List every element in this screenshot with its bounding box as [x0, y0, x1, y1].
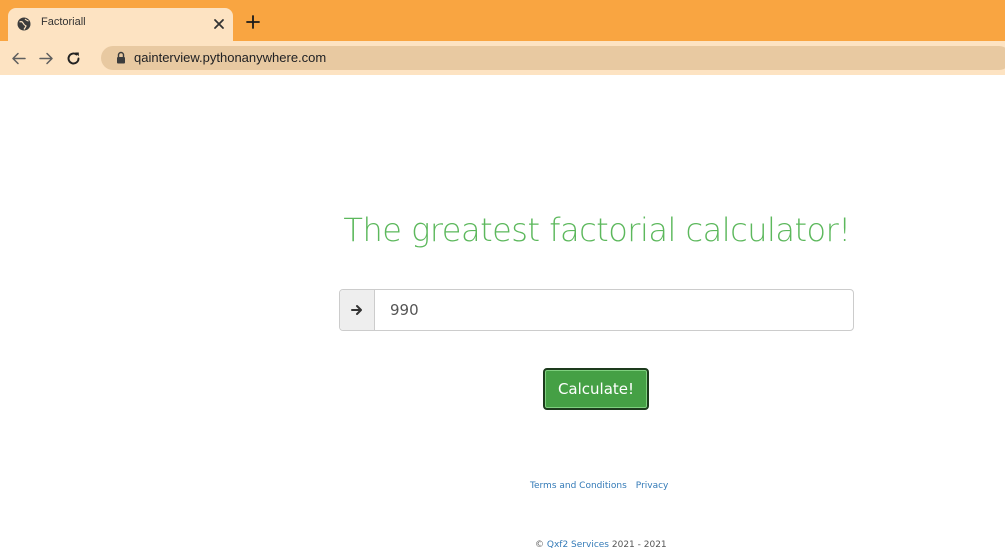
arrow-right-icon [351, 305, 362, 315]
forward-arrow-icon[interactable] [39, 51, 54, 66]
lock-icon[interactable] [116, 51, 126, 64]
globe-icon [17, 17, 31, 31]
back-arrow-icon[interactable] [11, 51, 26, 66]
footer-links: Terms and Conditions Privacy [530, 481, 677, 491]
browser-tabstrip: Factoriall [0, 0, 1005, 41]
copyright-years: 2021 - 2021 [611, 540, 667, 550]
plus-icon[interactable] [246, 15, 260, 29]
copyright-symbol: © [535, 540, 544, 550]
number-input-group [339, 289, 854, 331]
copyright: © Qxf2 Services 2021 - 2021 [535, 540, 667, 550]
privacy-link[interactable]: Privacy [636, 481, 669, 491]
close-icon[interactable] [213, 18, 225, 30]
number-input[interactable] [376, 290, 852, 330]
browser-tab[interactable]: Factoriall [8, 8, 233, 41]
input-addon [340, 290, 375, 330]
tab-title: Factoriall [41, 16, 86, 28]
reload-icon[interactable] [66, 51, 81, 66]
url-text[interactable]: qainterview.pythonanywhere.com [134, 50, 326, 65]
terms-link[interactable]: Terms and Conditions [530, 481, 627, 491]
page-title: The greatest factorial calculator! [343, 211, 851, 249]
company-link[interactable]: Qxf2 Services [547, 540, 609, 550]
calculate-button[interactable]: Calculate! [543, 368, 649, 410]
